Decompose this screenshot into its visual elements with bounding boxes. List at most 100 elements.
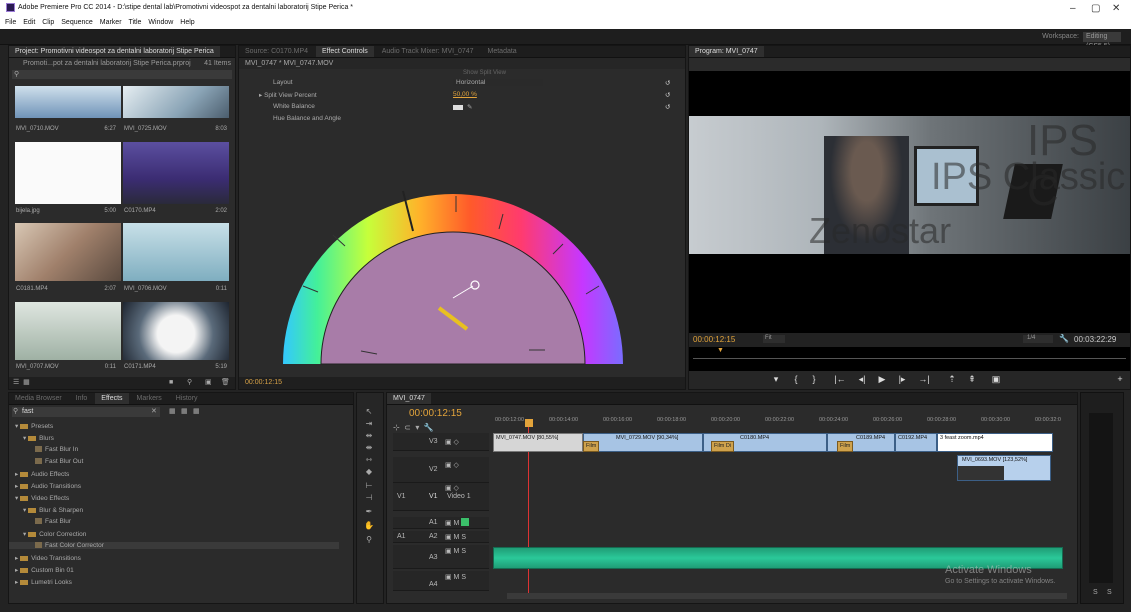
tab-history[interactable]: History bbox=[170, 393, 204, 404]
effect-timecode[interactable]: 00:00:12:15 bbox=[239, 377, 685, 389]
reset-icon[interactable]: ↺ bbox=[665, 103, 670, 111]
project-tab[interactable]: Project: Promotivni videospot za dentaln… bbox=[9, 46, 220, 57]
minimize-icon[interactable]: – bbox=[1070, 3, 1076, 14]
accelerated-icon[interactable]: ▦ bbox=[169, 407, 176, 415]
clip-mvi-0693[interactable]: MVI_0693.MOV [123,52%] bbox=[957, 455, 1051, 481]
mute-icon[interactable]: ▣ M bbox=[445, 519, 459, 527]
reset-icon[interactable]: ↺ bbox=[665, 79, 670, 87]
program-tab[interactable]: Program: MVI_0747 bbox=[689, 46, 764, 57]
find-icon[interactable]: ⚲ bbox=[187, 377, 192, 389]
tree-blur-sharpen[interactable]: ▾ Blur & Sharpen bbox=[15, 506, 83, 514]
snap-icon[interactable]: ⊹ bbox=[393, 423, 400, 432]
tree-fast-color-corrector[interactable]: Fast Color Corrector bbox=[9, 542, 339, 549]
tree-video-transitions[interactable]: ▸ Video Transitions bbox=[15, 554, 81, 562]
rolling-edit-icon[interactable]: ⇼ bbox=[364, 443, 374, 453]
menu-marker[interactable]: Marker bbox=[100, 17, 122, 29]
tab-media-browser[interactable]: Media Browser bbox=[9, 393, 68, 404]
tree-audio-effects[interactable]: ▸ Audio Effects bbox=[15, 470, 69, 478]
program-scrubber[interactable]: ▼ bbox=[693, 347, 1126, 359]
solo-toggle[interactable] bbox=[461, 518, 469, 526]
transition-film[interactable]: Film bbox=[583, 441, 600, 452]
yuv-icon[interactable]: ▦ bbox=[193, 407, 200, 415]
zoom-icon[interactable]: ⚲ bbox=[364, 535, 374, 545]
program-timecode[interactable]: 00:00:12:15 bbox=[693, 335, 735, 344]
track-a1[interactable]: A1 ▣ M bbox=[393, 517, 489, 529]
tree-audio-transitions[interactable]: ▸ Audio Transitions bbox=[15, 482, 81, 490]
tab-audio-mixer[interactable]: Audio Track Mixer: MVI_0747 bbox=[376, 46, 480, 57]
transition-film-dissolve[interactable]: Film Di bbox=[711, 441, 735, 452]
lift-icon[interactable]: ⇡ bbox=[945, 374, 959, 385]
wrench-icon[interactable]: 🔧 bbox=[1059, 334, 1069, 343]
timeline-scrollbar[interactable] bbox=[507, 593, 1067, 599]
tab-source[interactable]: Source: C0170.MP4 bbox=[239, 46, 314, 57]
tree-video-effects[interactable]: ▾ Video Effects bbox=[15, 494, 69, 502]
tab-info[interactable]: Info bbox=[70, 393, 94, 404]
menu-window[interactable]: Window bbox=[148, 17, 173, 29]
hand-icon[interactable]: ✋ bbox=[364, 521, 374, 531]
thumb-c0170[interactable] bbox=[123, 142, 229, 204]
close-icon[interactable]: ✕ bbox=[1112, 3, 1120, 14]
rate-stretch-icon[interactable]: ⇿ bbox=[364, 455, 374, 465]
go-to-out-icon[interactable]: →| bbox=[917, 374, 931, 384]
tree-blurs[interactable]: ▾ Blurs bbox=[15, 434, 54, 442]
track-v2[interactable]: V2 ▣ ◇ bbox=[393, 457, 489, 483]
menu-file[interactable]: File bbox=[5, 17, 16, 29]
thumb-mvi-0710[interactable] bbox=[15, 86, 121, 118]
toggle-output-icon[interactable]: ▣ ◇ bbox=[445, 461, 459, 469]
tree-lumetri-looks[interactable]: ▸ Lumetri Looks bbox=[15, 578, 72, 586]
solo-left[interactable]: S bbox=[1093, 589, 1098, 596]
step-back-icon[interactable]: ◂| bbox=[855, 374, 869, 385]
transition-film[interactable]: Film bbox=[837, 441, 854, 452]
selection-tool-icon[interactable]: ↖ bbox=[364, 407, 374, 417]
white-balance-swatch[interactable] bbox=[453, 105, 463, 110]
color-wheel[interactable] bbox=[263, 136, 643, 371]
extract-icon[interactable]: ⇞ bbox=[965, 374, 979, 385]
pen-icon[interactable]: ✒ bbox=[364, 507, 374, 517]
tab-effects[interactable]: Effects bbox=[95, 393, 129, 404]
sequence-tab[interactable]: MVI_0747 bbox=[387, 393, 431, 404]
thumb-mvi-0725[interactable] bbox=[123, 86, 229, 118]
maximize-icon[interactable]: ▢ bbox=[1091, 3, 1100, 14]
menu-clip[interactable]: Clip bbox=[42, 17, 54, 29]
razor-icon[interactable]: ◆ bbox=[364, 467, 374, 477]
tab-markers[interactable]: Markers bbox=[131, 393, 168, 404]
playhead-marker[interactable] bbox=[525, 419, 533, 427]
track-v1[interactable]: V1 V1 Video 1 ▣ ◇ bbox=[393, 483, 489, 511]
add-marker-icon[interactable]: ▾ bbox=[769, 374, 783, 385]
track-a3[interactable]: A3 ▣ M S bbox=[393, 545, 489, 569]
ripple-edit-icon[interactable]: ⇹ bbox=[364, 431, 374, 441]
expand-icon[interactable]: ▸ bbox=[247, 92, 264, 99]
step-forward-icon[interactable]: |▸ bbox=[895, 374, 909, 385]
program-viewer[interactable]: IPS C IPS Classic Zenostar bbox=[689, 71, 1130, 371]
solo-right[interactable]: S bbox=[1107, 589, 1112, 596]
thumb-bijela[interactable] bbox=[15, 142, 121, 204]
thumb-mvi-0706[interactable] bbox=[123, 223, 229, 281]
mark-out-icon[interactable]: } bbox=[807, 374, 821, 384]
clip-mvi-0729[interactable]: MVI_0729.MOV [90,34%] bbox=[583, 433, 703, 452]
clip-c0192[interactable]: C0192.MP4 bbox=[895, 433, 937, 452]
toggle-output-icon[interactable]: ▣ ◇ bbox=[445, 438, 459, 446]
wrench-icon[interactable]: 🔧 bbox=[424, 423, 434, 432]
marker-icon[interactable]: ▾ bbox=[415, 423, 419, 432]
playhead-icon[interactable]: ▼ bbox=[717, 347, 724, 354]
tree-presets[interactable]: ▾ Presets bbox=[15, 422, 53, 430]
tree-fast-blur-out[interactable]: Fast Blur Out bbox=[15, 458, 83, 465]
slide-icon[interactable]: ⊣ bbox=[364, 493, 374, 503]
project-search-input[interactable]: ⚲ bbox=[12, 70, 232, 79]
thumb-c0171[interactable] bbox=[123, 302, 229, 360]
slip-icon[interactable]: ⊢ bbox=[364, 481, 374, 491]
resolution-select[interactable]: 1/4 bbox=[1023, 335, 1053, 343]
new-item-icon[interactable]: ▣ bbox=[205, 377, 212, 389]
reset-icon[interactable]: ↺ bbox=[665, 91, 670, 99]
tree-custom-bin[interactable]: ▸ Custom Bin 01 bbox=[15, 566, 74, 574]
track-select-icon[interactable]: ⇥ bbox=[364, 419, 374, 429]
link-icon[interactable]: ⊂ bbox=[404, 423, 411, 432]
timeline-ruler[interactable]: 00:00:12:00 00:00:14:00 00:00:16:00 00:00:1… bbox=[493, 417, 1073, 429]
track-a2[interactable]: A1 A2 ▣ M S bbox=[393, 531, 489, 543]
workspace-select[interactable]: Editing (CS5.5) bbox=[1083, 32, 1121, 50]
track-a4[interactable]: A4 ▣ M S bbox=[393, 571, 489, 591]
add-button-icon[interactable]: + bbox=[1113, 374, 1127, 384]
mark-in-icon[interactable]: { bbox=[789, 374, 803, 384]
tree-fast-blur[interactable]: Fast Blur bbox=[15, 518, 71, 525]
eyedropper-icon[interactable]: ✎ bbox=[467, 103, 472, 111]
